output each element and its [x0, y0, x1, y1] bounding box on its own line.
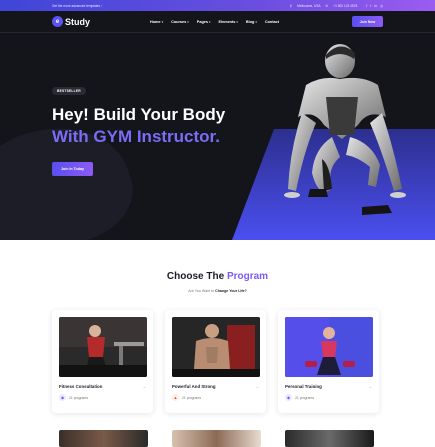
program-image	[172, 317, 260, 377]
social-links: f t in ◎	[366, 4, 383, 8]
location-icon: ⚲	[289, 3, 293, 8]
program-image	[59, 430, 148, 447]
top-contact: ⚲ Melbourne, USA ✆ +1 800 123 4578 f t i…	[290, 4, 383, 8]
section-subtitle-prefix: Are You Want to	[188, 289, 215, 293]
promo-link[interactable]: Get the more advanced templates ›	[52, 4, 290, 8]
section-title-accent: Program	[226, 271, 269, 282]
hero-headline: Hey! Build Your Body	[52, 105, 226, 124]
program-title: Personal Training	[285, 384, 322, 389]
section-subtitle: Are You Want to Change Your Life?	[0, 289, 435, 293]
program-count: 21 programs	[69, 395, 89, 400]
phone-icon: ✆	[325, 3, 329, 8]
facebook-icon[interactable]: f	[366, 4, 367, 8]
chevron-down-icon: ▾	[187, 19, 189, 24]
chevron-down-icon: ▾	[236, 19, 238, 24]
twitter-icon[interactable]: t	[370, 4, 371, 8]
athlete-image	[284, 44, 406, 215]
chevron-down-icon: ▾	[208, 19, 211, 24]
nav-menu: Home▾ Courses▾ Pages▾ Elements▾ Blog▾ Co…	[150, 20, 352, 24]
join-now-button[interactable]: Join Now	[352, 16, 383, 27]
program-image	[285, 317, 373, 377]
nav-item-contact[interactable]: Contact	[265, 20, 279, 24]
arrow-right-icon[interactable]: →	[142, 384, 146, 389]
program-cards: Fitness Consultation → ◆ 21 programs Pow…	[52, 310, 384, 413]
program-image	[172, 430, 261, 447]
nav-item-blog[interactable]: Blog▾	[246, 20, 257, 24]
section-title-prefix: Choose The	[166, 271, 225, 282]
program-card[interactable]: Fitness Consultation → ◆ 21 programs	[52, 310, 153, 413]
nav-item-courses[interactable]: Courses▾	[171, 20, 189, 24]
hero: e Study Home▾ Courses▾ Pages▾ Elements▾ …	[0, 11, 435, 240]
linkedin-icon[interactable]: in	[374, 4, 377, 8]
program-card[interactable]: Powerful And Strong → ▲ 21 programs	[165, 310, 266, 413]
program-title: Fitness Consultation	[59, 384, 103, 389]
section-title: Choose The Program	[0, 271, 435, 282]
nav-item-elements[interactable]: Elements▾	[219, 20, 238, 24]
nav-item-home[interactable]: Home▾	[150, 20, 163, 24]
instagram-icon[interactable]: ◎	[380, 4, 383, 8]
phone-text[interactable]: +1 800 123 4578	[333, 4, 357, 8]
logo-text: Study	[65, 16, 91, 27]
nav-item-pages[interactable]: Pages▾	[197, 20, 211, 24]
page: Get the more advanced templates › ⚲ Melb…	[0, 0, 435, 447]
program-count: 21 programs	[182, 395, 202, 400]
program-image	[59, 317, 147, 377]
main-nav: e Study Home▾ Courses▾ Pages▾ Elements▾ …	[0, 11, 435, 33]
program-image	[285, 430, 374, 447]
logo[interactable]: e Study	[52, 16, 150, 27]
location-text: Melbourne, USA	[297, 3, 321, 8]
chevron-down-icon: ▾	[255, 19, 257, 24]
flame-icon: ▲	[172, 394, 179, 401]
logo-mark-icon: e	[52, 16, 63, 27]
hero-headline-accent: With GYM Instructor.	[52, 127, 220, 146]
chevron-down-icon: ▾	[161, 19, 164, 24]
bestseller-badge: BESTSELLER	[52, 87, 86, 95]
arrow-right-icon[interactable]: →	[255, 384, 259, 389]
program-count: 21 programs	[295, 395, 315, 400]
top-bar: Get the more advanced templates › ⚲ Melb…	[0, 0, 435, 11]
program-cards-next-row	[59, 430, 374, 447]
join-in-today-button[interactable]: Join In Today	[52, 162, 93, 176]
arrow-right-icon[interactable]: →	[368, 384, 372, 389]
section-subtitle-bold: Change Your Life?	[215, 289, 247, 293]
program-title: Powerful And Strong	[172, 384, 216, 389]
weight-icon: ◆	[59, 394, 66, 401]
weight-icon: ◆	[285, 394, 292, 401]
program-card[interactable]: Personal Training → ◆ 21 programs	[278, 310, 379, 413]
